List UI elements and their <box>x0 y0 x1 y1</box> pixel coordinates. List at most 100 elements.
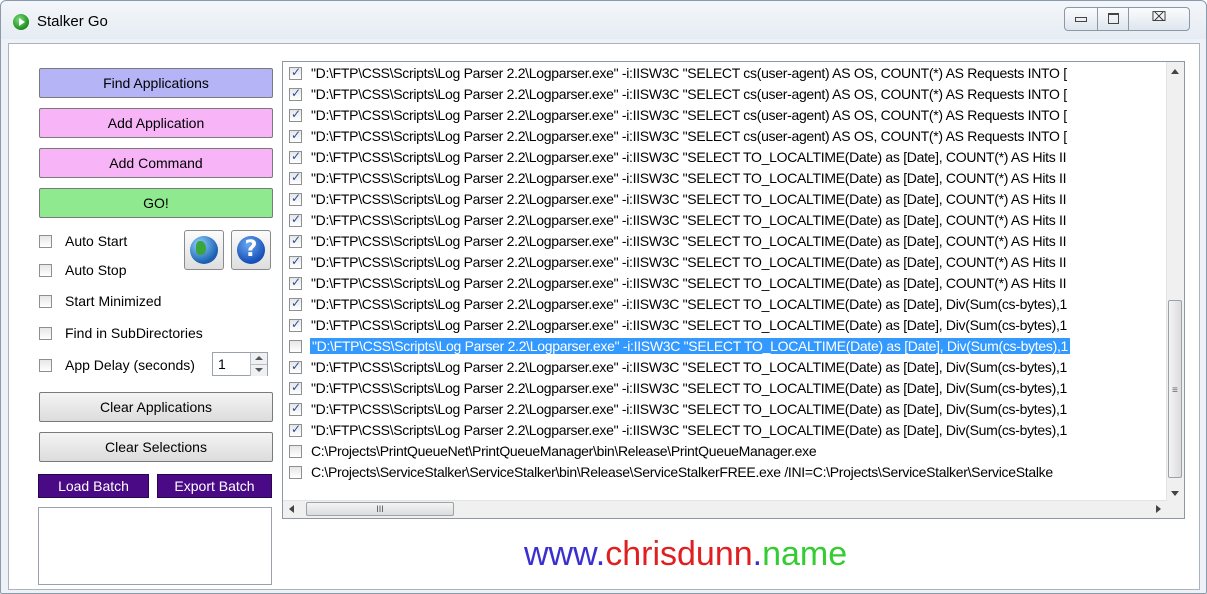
app-delay-label: App Delay (seconds) <box>65 357 195 373</box>
close-button[interactable]: ⌧ <box>1128 7 1190 31</box>
app-delay-checkbox[interactable] <box>39 359 52 372</box>
list-item-checkbox[interactable] <box>289 359 302 374</box>
scroll-up-icon[interactable] <box>1171 69 1179 74</box>
list-item[interactable]: "D:\FTP\CSS\Scripts\Log Parser 2.2\Logpa… <box>283 336 1165 357</box>
list-item-label: "D:\FTP\CSS\Scripts\Log Parser 2.2\Logpa… <box>311 149 1067 165</box>
list-item[interactable]: "D:\FTP\CSS\Scripts\Log Parser 2.2\Logpa… <box>283 168 1165 189</box>
globe-icon <box>190 236 218 264</box>
list-item[interactable]: "D:\FTP\CSS\Scripts\Log Parser 2.2\Logpa… <box>283 63 1165 84</box>
vertical-scrollbar[interactable]: ≡ <box>1166 62 1184 501</box>
app-delay-stepper[interactable]: 1 <box>212 352 268 376</box>
list-item-checkbox[interactable] <box>289 422 302 437</box>
list-item-checkbox[interactable] <box>289 107 302 122</box>
list-item-checkbox[interactable] <box>289 380 302 395</box>
list-item-checkbox[interactable] <box>289 401 302 416</box>
list-item-checkbox[interactable] <box>289 296 302 311</box>
load-batch-button[interactable]: Load Batch <box>38 474 149 498</box>
list-item-checkbox[interactable] <box>289 233 302 248</box>
list-item-label: "D:\FTP\CSS\Scripts\Log Parser 2.2\Logpa… <box>311 422 1068 438</box>
list-item[interactable]: "D:\FTP\CSS\Scripts\Log Parser 2.2\Logpa… <box>283 294 1165 315</box>
list-item[interactable]: "D:\FTP\CSS\Scripts\Log Parser 2.2\Logpa… <box>283 420 1165 441</box>
list-item[interactable]: "D:\FTP\CSS\Scripts\Log Parser 2.2\Logpa… <box>283 189 1165 210</box>
list-item-label: "D:\FTP\CSS\Scripts\Log Parser 2.2\Logpa… <box>311 107 1067 123</box>
list-item[interactable]: "D:\FTP\CSS\Scripts\Log Parser 2.2\Logpa… <box>283 273 1165 294</box>
list-item-checkbox[interactable] <box>289 86 302 101</box>
horizontal-scrollbar[interactable]: III <box>283 500 1167 518</box>
list-item[interactable]: "D:\FTP\CSS\Scripts\Log Parser 2.2\Logpa… <box>283 126 1165 147</box>
batch-textbox[interactable] <box>38 507 272 585</box>
scroll-right-icon[interactable] <box>1156 505 1161 513</box>
maximize-icon <box>1107 13 1119 24</box>
title-bar[interactable]: Stalker Go ⌧ <box>1 1 1206 39</box>
help-button[interactable]: ? <box>231 230 271 270</box>
list-item-checkbox[interactable] <box>289 254 302 269</box>
app-window: Stalker Go ⌧ Find Applications Add Appli… <box>0 0 1207 594</box>
help-icon: ? <box>237 236 265 264</box>
list-item[interactable]: "D:\FTP\CSS\Scripts\Log Parser 2.2\Logpa… <box>283 147 1165 168</box>
list-item[interactable]: "D:\FTP\CSS\Scripts\Log Parser 2.2\Logpa… <box>283 252 1165 273</box>
auto-stop-checkbox[interactable] <box>39 264 52 277</box>
list-item-label: "D:\FTP\CSS\Scripts\Log Parser 2.2\Logpa… <box>311 170 1067 186</box>
add-application-button[interactable]: Add Application <box>39 108 273 138</box>
arrow-up-icon <box>255 356 263 360</box>
maximize-button[interactable] <box>1097 7 1129 31</box>
list-item[interactable]: "D:\FTP\CSS\Scripts\Log Parser 2.2\Logpa… <box>283 315 1165 336</box>
minimize-icon <box>1075 17 1087 22</box>
list-item[interactable]: "D:\FTP\CSS\Scripts\Log Parser 2.2\Logpa… <box>283 378 1165 399</box>
auto-start-label: Auto Start <box>65 233 128 249</box>
scroll-down-icon[interactable] <box>1171 491 1179 496</box>
clear-selections-button[interactable]: Clear Selections <box>39 432 273 462</box>
vertical-scroll-thumb[interactable]: ≡ <box>1168 300 1182 478</box>
list-item-checkbox[interactable] <box>289 445 302 458</box>
list-item-label: "D:\FTP\CSS\Scripts\Log Parser 2.2\Logpa… <box>311 401 1068 417</box>
auto-start-checkbox[interactable] <box>39 235 52 248</box>
list-item-label: "D:\FTP\CSS\Scripts\Log Parser 2.2\Logpa… <box>311 317 1068 333</box>
list-item-checkbox[interactable] <box>289 128 302 143</box>
list-item[interactable]: C:\Projects\PrintQueueNet\PrintQueueMana… <box>283 441 1165 462</box>
list-item[interactable]: "D:\FTP\CSS\Scripts\Log Parser 2.2\Logpa… <box>283 105 1165 126</box>
stepper-up-button[interactable] <box>250 353 267 364</box>
start-minimized-checkbox[interactable] <box>39 295 52 308</box>
list-item-checkbox[interactable] <box>289 149 302 164</box>
list-item[interactable]: "D:\FTP\CSS\Scripts\Log Parser 2.2\Logpa… <box>283 231 1165 252</box>
list-item-checkbox[interactable] <box>289 65 302 80</box>
start-minimized-label: Start Minimized <box>65 293 162 309</box>
website-part-www: www. <box>524 535 606 573</box>
list-item-label: "D:\FTP\CSS\Scripts\Log Parser 2.2\Logpa… <box>311 212 1067 228</box>
list-item-checkbox[interactable] <box>289 275 302 290</box>
website-button[interactable] <box>184 230 224 270</box>
list-item-label: "D:\FTP\CSS\Scripts\Log Parser 2.2\Logpa… <box>311 191 1067 207</box>
export-batch-button[interactable]: Export Batch <box>157 474 272 498</box>
list-item-label: "D:\FTP\CSS\Scripts\Log Parser 2.2\Logpa… <box>311 128 1067 144</box>
list-item-checkbox[interactable] <box>289 340 302 353</box>
horizontal-scroll-thumb[interactable]: III <box>306 502 454 516</box>
website-part-dot: . <box>752 535 763 573</box>
scroll-corner <box>1167 501 1184 518</box>
list-item[interactable]: "D:\FTP\CSS\Scripts\Log Parser 2.2\Logpa… <box>283 399 1165 420</box>
list-item-checkbox[interactable] <box>289 212 302 227</box>
list-item-label: "D:\FTP\CSS\Scripts\Log Parser 2.2\Logpa… <box>311 380 1068 396</box>
find-applications-button[interactable]: Find Applications <box>39 68 273 98</box>
list-item-checkbox[interactable] <box>289 170 302 185</box>
list-item-label: C:\Projects\ServiceStalker\ServiceStalke… <box>311 464 1053 480</box>
list-item[interactable]: "D:\FTP\CSS\Scripts\Log Parser 2.2\Logpa… <box>283 357 1165 378</box>
list-item[interactable]: "D:\FTP\CSS\Scripts\Log Parser 2.2\Logpa… <box>283 210 1165 231</box>
list-item-label: "D:\FTP\CSS\Scripts\Log Parser 2.2\Logpa… <box>311 254 1067 270</box>
minimize-button[interactable] <box>1064 7 1098 31</box>
command-list[interactable]: "D:\FTP\CSS\Scripts\Log Parser 2.2\Logpa… <box>282 61 1185 519</box>
scroll-left-icon[interactable] <box>289 505 294 513</box>
clear-applications-button[interactable]: Clear Applications <box>39 392 273 422</box>
website-link[interactable]: www.chrisdunn.name <box>524 535 847 574</box>
list-item[interactable]: C:\Projects\ServiceStalker\ServiceStalke… <box>283 462 1165 483</box>
find-in-subdirectories-checkbox[interactable] <box>39 327 52 340</box>
list-item-checkbox[interactable] <box>289 317 302 332</box>
grip-icon: ≡ <box>1172 385 1178 396</box>
list-item-checkbox[interactable] <box>289 466 302 479</box>
add-command-button[interactable]: Add Command <box>39 148 273 178</box>
list-item-label: "D:\FTP\CSS\Scripts\Log Parser 2.2\Logpa… <box>310 338 1071 354</box>
app-delay-value[interactable]: 1 <box>218 356 226 372</box>
list-item[interactable]: "D:\FTP\CSS\Scripts\Log Parser 2.2\Logpa… <box>283 84 1165 105</box>
list-item-checkbox[interactable] <box>289 191 302 206</box>
go-button[interactable]: GO! <box>39 188 273 218</box>
stepper-down-button[interactable] <box>250 364 267 376</box>
